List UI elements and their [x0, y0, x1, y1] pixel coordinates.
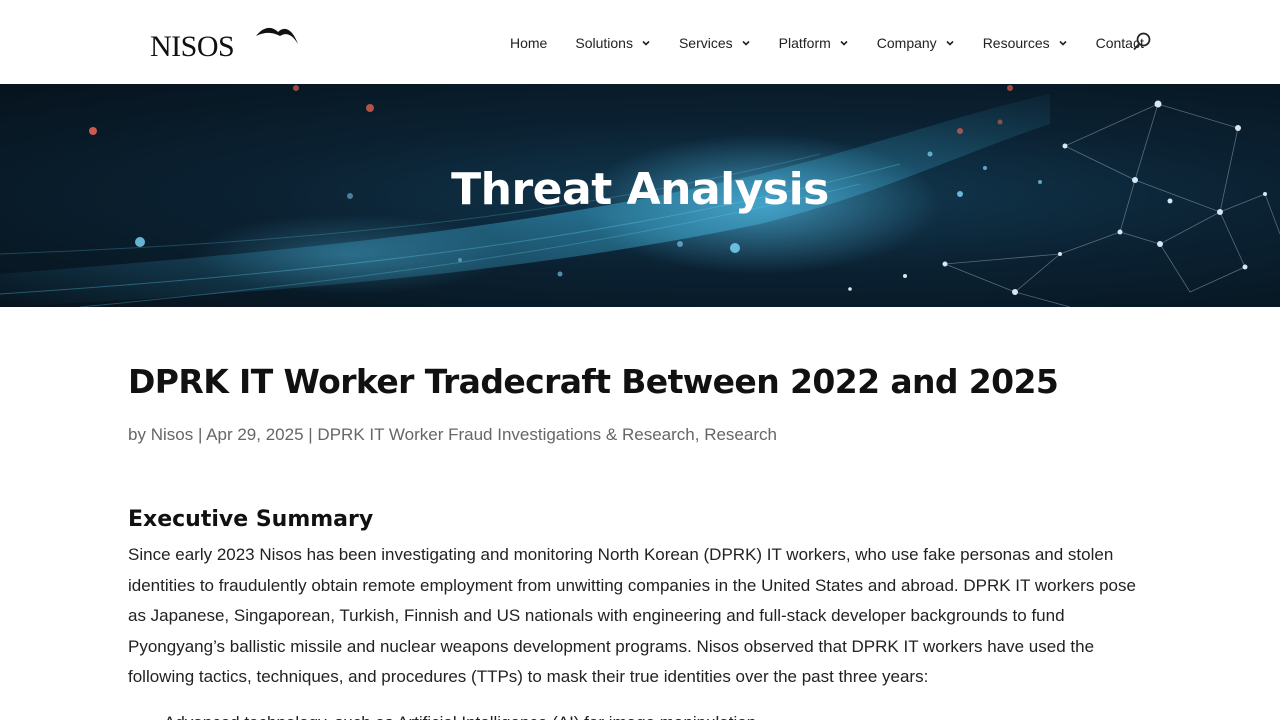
nav-label: Platform — [778, 35, 831, 51]
ttp-list: Advanced technology, such as Artificial … — [128, 709, 1158, 720]
meta-author-link[interactable]: Nisos — [151, 425, 194, 444]
meta-date: Apr 29, 2025 — [206, 425, 304, 444]
nav-label: Home — [510, 35, 548, 51]
hero-title: Threat Analysis — [451, 164, 829, 215]
meta-separator: | — [308, 425, 313, 444]
chevron-down-icon — [1059, 40, 1067, 46]
article: DPRK IT Worker Tradecraft Between 2022 a… — [128, 360, 1158, 720]
nav-solutions[interactable]: Solutions — [561, 35, 665, 51]
main-nav: Home Solutions Services Platform Company… — [496, 32, 1158, 54]
summary-paragraph: Since early 2023 Nisos has been investig… — [128, 545, 1136, 686]
section-heading: Executive Summary — [128, 507, 374, 532]
nav-resources[interactable]: Resources — [969, 35, 1082, 51]
post-title: DPRK IT Worker Tradecraft Between 2022 a… — [128, 362, 1059, 401]
nav-label: Services — [678, 35, 733, 51]
bird-logo-icon — [256, 27, 298, 44]
chevron-down-icon — [946, 40, 954, 46]
nisos-logo[interactable]: NISOS — [150, 22, 298, 63]
meta-separator: | — [197, 425, 203, 444]
meta-category-link[interactable]: DPRK IT Worker Fraud Investigations & Re… — [317, 425, 694, 444]
meta-category-link[interactable]: Research — [704, 425, 777, 444]
site-header: NISOS Home Solutions Services Platform C… — [0, 0, 1280, 84]
nav-home[interactable]: Home — [496, 35, 561, 51]
nav-label: Solutions — [575, 35, 633, 51]
meta-by: by — [128, 425, 146, 444]
post-meta: by Nisos | Apr 29, 2025 | DPRK IT Worker… — [128, 424, 1158, 446]
list-item: Advanced technology, such as Artificial … — [164, 709, 1158, 720]
search-icon[interactable] — [1131, 31, 1153, 53]
chevron-down-icon — [642, 40, 650, 46]
chevron-down-icon — [840, 40, 848, 46]
nav-company[interactable]: Company — [863, 35, 969, 51]
chevron-down-icon — [742, 40, 750, 46]
meta-comma: , — [694, 425, 700, 444]
nav-label: Company — [876, 35, 937, 51]
nav-label: Resources — [982, 35, 1050, 51]
nav-services[interactable]: Services — [665, 35, 765, 51]
hero-banner: Threat Analysis — [0, 84, 1280, 307]
logo-wordmark: NISOS — [150, 30, 235, 63]
nav-platform[interactable]: Platform — [765, 35, 863, 51]
